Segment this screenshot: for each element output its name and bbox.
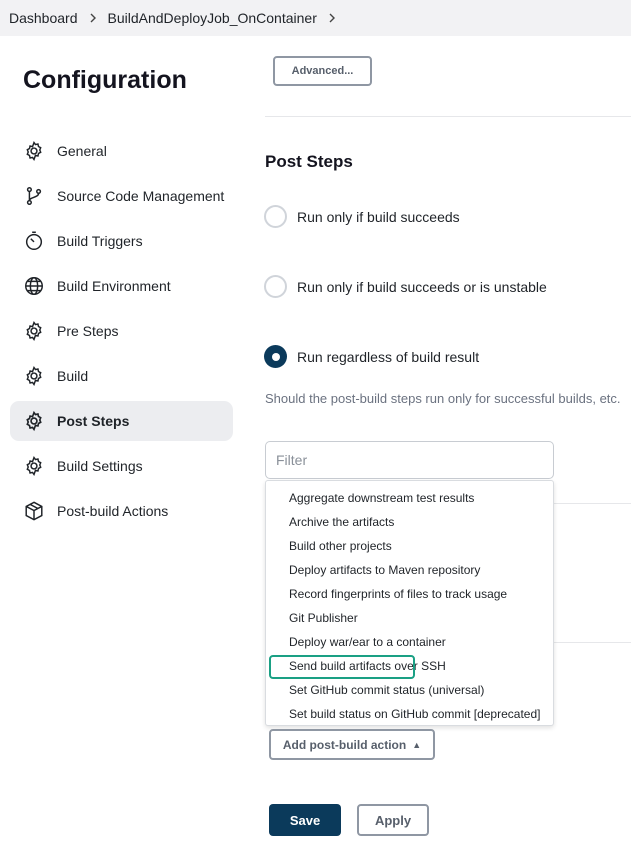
dropdown-item-deploy-maven[interactable]: Deploy artifacts to Maven repository [266, 558, 553, 582]
chevron-right-icon[interactable] [317, 13, 347, 23]
dropdown-item-record-fingerprints[interactable]: Record fingerprints of files to track us… [266, 582, 553, 606]
post-steps-title: Post Steps [265, 152, 353, 171]
sidebar-item-label: Post-build Actions [57, 503, 169, 519]
branch-icon [23, 185, 45, 207]
apply-button[interactable]: Apply [357, 804, 429, 836]
breadcrumb: Dashboard BuildAndDeployJob_OnContainer [0, 0, 631, 36]
gear-icon [23, 455, 45, 477]
radio-button[interactable] [264, 275, 287, 298]
radio-label: Run regardless of build result [297, 348, 480, 365]
dropdown-item-github-commit-status[interactable]: Set GitHub commit status (universal) [266, 678, 553, 702]
sidebar-item-build[interactable]: Build [10, 356, 233, 396]
timer-icon [23, 230, 45, 252]
section-divider [554, 503, 631, 504]
dropdown-item-git-publisher[interactable]: Git Publisher [266, 606, 553, 630]
save-button[interactable]: Save [269, 804, 341, 836]
sidebar-item-label: Build Settings [57, 458, 143, 474]
filter-input[interactable] [265, 441, 554, 479]
radio-button[interactable] [264, 205, 287, 228]
section-divider [265, 116, 631, 117]
sidebar-item-build-triggers[interactable]: Build Triggers [10, 221, 233, 261]
sidebar-item-label: General [57, 143, 107, 159]
gear-icon [23, 140, 45, 162]
chevron-right-icon[interactable] [78, 13, 108, 23]
radio-label: Run only if build succeeds [297, 208, 460, 225]
advanced-button[interactable]: Advanced... [273, 56, 372, 86]
dropdown-item-send-artifacts-ssh[interactable]: Send build artifacts over SSH [266, 654, 553, 678]
dropdown-item-archive-artifacts[interactable]: Archive the artifacts [266, 510, 553, 534]
caret-up-icon: ▲ [412, 739, 422, 750]
sidebar-item-post-build-actions[interactable]: Post-build Actions [10, 491, 233, 531]
radio-run-regardless[interactable]: Run regardless of build result [264, 345, 479, 368]
dropdown-item-aggregate-test-results[interactable]: Aggregate downstream test results [266, 486, 553, 510]
post-build-action-dropdown: Aggregate downstream test results Archiv… [265, 480, 554, 726]
radio-button-checked[interactable] [264, 345, 287, 368]
sidebar-item-source-code-management[interactable]: Source Code Management [10, 176, 233, 216]
add-post-build-action-button[interactable]: Add post-build action ▲ [269, 729, 435, 760]
add-post-build-action-label: Add post-build action [282, 737, 407, 752]
gear-icon [23, 410, 45, 432]
breadcrumb-dashboard[interactable]: Dashboard [9, 10, 78, 26]
sidebar: General Source Code Management Build Tri… [10, 131, 233, 536]
radio-run-if-succeeds[interactable]: Run only if build succeeds [264, 205, 460, 228]
sidebar-item-label: Build [57, 368, 89, 384]
gear-icon [23, 320, 45, 342]
sidebar-item-label: Post Steps [57, 413, 130, 429]
dropdown-item-deploy-war-ear[interactable]: Deploy war/ear to a container [266, 630, 553, 654]
sidebar-item-label: Build Environment [57, 278, 171, 294]
sidebar-item-pre-steps[interactable]: Pre Steps [10, 311, 233, 351]
gear-icon [23, 365, 45, 387]
sidebar-item-label: Build Triggers [57, 233, 143, 249]
page-title: Configuration [23, 66, 187, 94]
sidebar-item-build-settings[interactable]: Build Settings [10, 446, 233, 486]
post-steps-help-text: Should the post-build steps run only for… [265, 391, 621, 406]
dropdown-item-github-build-status-deprecated[interactable]: Set build status on GitHub commit [depre… [266, 702, 553, 726]
radio-label: Run only if build succeeds or is unstabl… [297, 278, 547, 295]
section-divider [554, 642, 631, 643]
breadcrumb-job[interactable]: BuildAndDeployJob_OnContainer [108, 10, 317, 26]
package-icon [23, 500, 45, 522]
radio-run-if-succeeds-or-unstable[interactable]: Run only if build succeeds or is unstabl… [264, 275, 547, 298]
sidebar-item-label: Pre Steps [57, 323, 119, 339]
sidebar-item-label: Source Code Management [57, 188, 225, 204]
dropdown-item-build-other-projects[interactable]: Build other projects [266, 534, 553, 558]
sidebar-item-build-environment[interactable]: Build Environment [10, 266, 233, 306]
sidebar-item-general[interactable]: General [10, 131, 233, 171]
globe-icon [23, 275, 45, 297]
sidebar-item-post-steps[interactable]: Post Steps [10, 401, 233, 441]
